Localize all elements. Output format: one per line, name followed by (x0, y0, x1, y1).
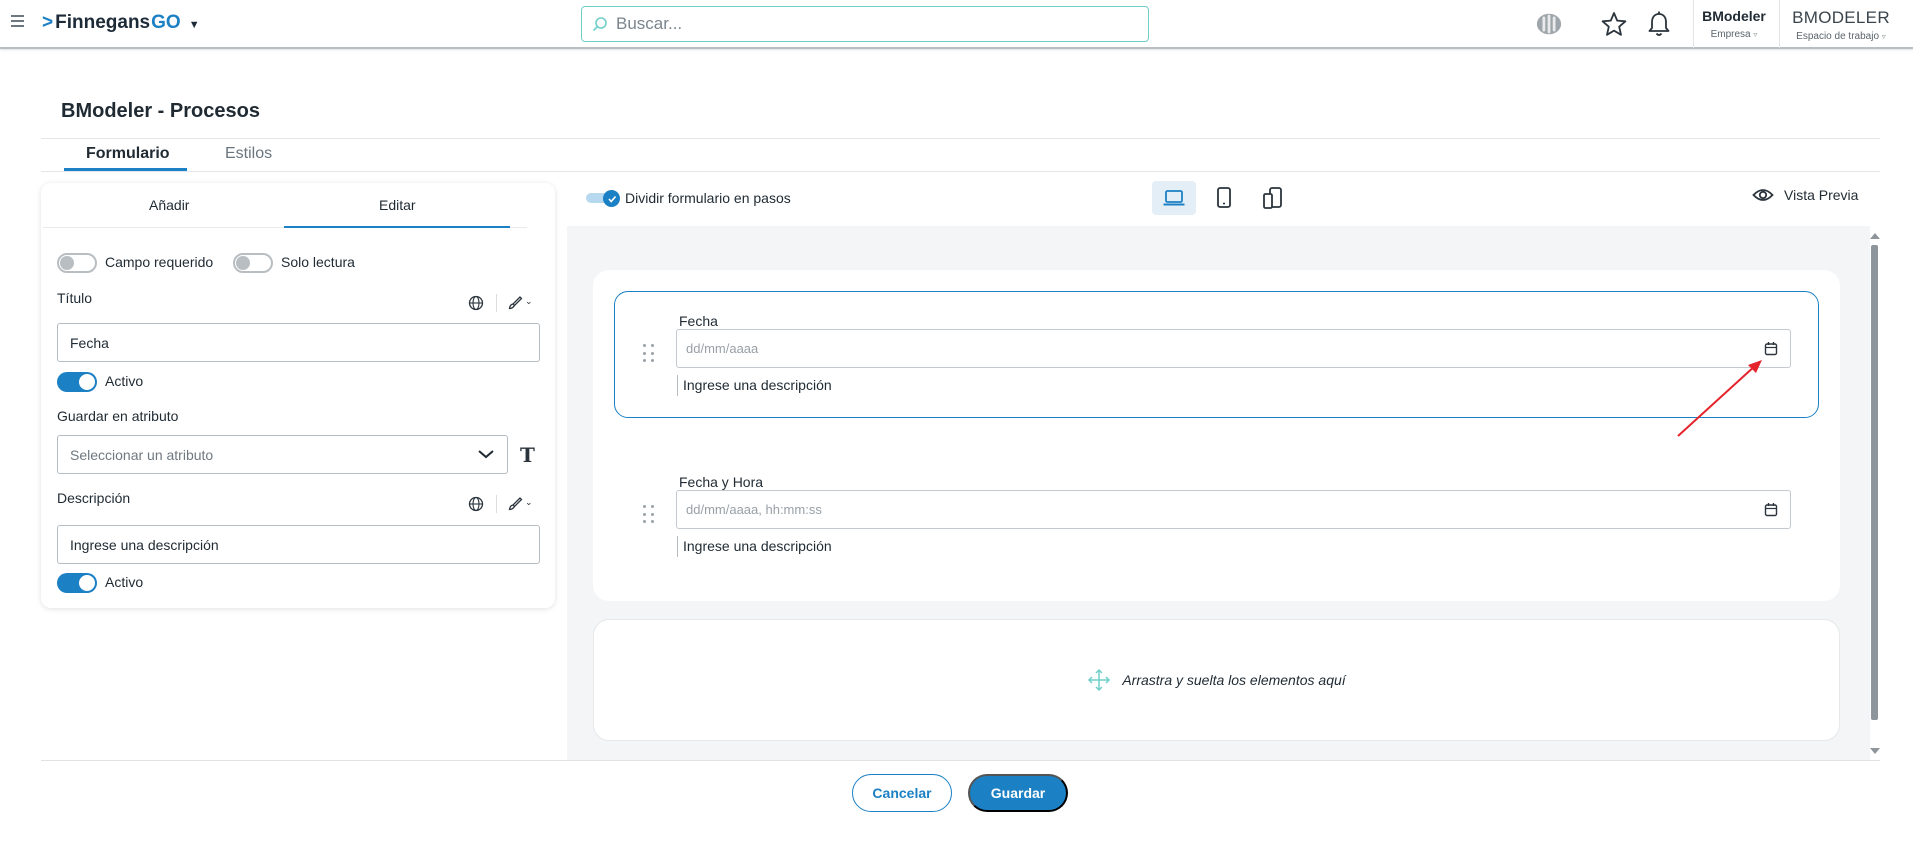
chevron-down-icon[interactable]: ⌄ (525, 497, 533, 508)
field-label-fecha-y-hora: Fecha y Hora (679, 474, 764, 490)
attribute-select[interactable]: Seleccionar un atributo (57, 435, 508, 474)
split-steps-toggle[interactable] (586, 190, 620, 207)
globe-icon[interactable] (468, 295, 484, 311)
star-icon[interactable] (1600, 10, 1628, 38)
bell-icon[interactable] (1645, 10, 1673, 38)
datetime-input[interactable]: dd/mm/aaaa, hh:mm:ss (676, 490, 1791, 529)
title-label: Título (57, 290, 93, 306)
divider (41, 171, 1880, 172)
divider (496, 495, 497, 513)
readonly-label: Solo lectura (281, 254, 355, 270)
cancel-button[interactable]: Cancelar (852, 774, 952, 812)
text-icon[interactable]: T (520, 443, 535, 467)
save-button[interactable]: Guardar (968, 774, 1068, 812)
chevron-down-icon: ▿ (1753, 30, 1758, 39)
company-label: Empresa (1710, 29, 1751, 40)
preview-button[interactable]: Vista Previa (1752, 187, 1858, 203)
readonly-toggle[interactable] (233, 253, 273, 273)
tab-formulario[interactable]: Formulario (86, 145, 170, 163)
active-panel-tab-indicator (284, 226, 510, 228)
laptop-view-button[interactable] (1152, 181, 1196, 215)
drag-handle-icon[interactable] (643, 505, 655, 525)
panel-tab-anadir[interactable]: Añadir (149, 197, 189, 213)
mobile-icon (1263, 187, 1282, 209)
divider (496, 294, 497, 312)
attribute-select-value: Seleccionar un atributo (70, 446, 214, 463)
field-description[interactable]: Ingrese una descripción (677, 536, 832, 557)
panel-tab-editar[interactable]: Editar (379, 197, 416, 213)
preview-label: Vista Previa (1784, 187, 1859, 203)
brand-chevron-icon: > (42, 12, 54, 33)
canvas-scrollbar[interactable] (1870, 233, 1880, 754)
title-active-toggle[interactable] (57, 372, 97, 392)
description-active-label: Activo (105, 574, 144, 590)
workspace-label: Espacio de trabajo (1796, 31, 1880, 42)
divider (41, 760, 1880, 761)
divider (1779, 0, 1780, 48)
title-input[interactable]: Fecha (57, 323, 540, 362)
eye-icon (1752, 189, 1774, 201)
top-bar: > Finnegans GO ▼ BModeler Empresa ▿ BMOD… (0, 0, 1913, 49)
datetime-input-placeholder: dd/mm/aaaa, hh:mm:ss (686, 502, 822, 517)
tablet-icon (1217, 187, 1231, 208)
assistant-icon[interactable] (1535, 10, 1563, 38)
workspace-name: BMODELER (1792, 8, 1890, 27)
tab-estilos[interactable]: Estilos (225, 145, 272, 163)
check-icon (607, 195, 616, 203)
title-active-label: Activo (105, 373, 144, 389)
page-title: BModeler - Procesos (61, 100, 260, 122)
chevron-down-icon: ▿ (1881, 32, 1886, 41)
brand-logo[interactable]: > Finnegans GO ▼ (42, 12, 200, 34)
field-description[interactable]: Ingrese una descripción (677, 375, 832, 396)
date-input-placeholder: dd/mm/aaaa (686, 341, 759, 356)
search-icon (592, 17, 607, 32)
laptop-icon (1163, 190, 1185, 206)
divider (41, 138, 1880, 139)
company-name: BModeler (1702, 8, 1766, 24)
description-label: Descripción (57, 490, 131, 506)
chevron-down-icon[interactable]: ⌄ (525, 296, 533, 307)
search-input[interactable] (616, 14, 1116, 34)
tablet-view-button[interactable] (1202, 181, 1246, 215)
company-selector[interactable]: BModeler Empresa ▿ (1700, 8, 1768, 40)
move-icon (1088, 668, 1111, 692)
field-label-fecha: Fecha (679, 313, 718, 329)
date-input[interactable]: dd/mm/aaaa (676, 329, 1791, 368)
drag-handle-icon[interactable] (643, 344, 655, 364)
brush-icon[interactable] (507, 295, 523, 311)
annotation-arrow-icon (1677, 360, 1762, 437)
globe-icon[interactable] (468, 496, 484, 512)
search-box[interactable] (581, 6, 1149, 42)
required-label: Campo requerido (105, 254, 214, 270)
hamburger-icon[interactable] (11, 15, 25, 29)
properties-panel: Añadir Editar Campo requerido Solo lectu… (41, 183, 555, 608)
drop-zone-text: Arrastra y suelta los elementos aquí (1122, 672, 1346, 688)
chevron-down-icon (478, 450, 494, 459)
divider (1693, 0, 1694, 48)
caret-down-icon[interactable]: ▼ (189, 19, 200, 31)
scroll-up-icon[interactable] (1870, 233, 1880, 239)
brand-main: Finnegans (55, 12, 151, 33)
required-toggle[interactable] (57, 253, 97, 273)
brand-go: GO (151, 12, 181, 33)
brush-icon[interactable] (507, 496, 523, 512)
mobile-view-button[interactable] (1251, 181, 1295, 215)
workspace-selector[interactable]: BMODELER Espacio de trabajo ▿ (1786, 8, 1896, 42)
description-active-toggle[interactable] (57, 573, 97, 593)
scroll-down-icon[interactable] (1870, 748, 1880, 754)
save-attribute-label: Guardar en atributo (57, 408, 179, 424)
description-input[interactable]: Ingrese una descripción (57, 525, 540, 564)
drop-zone[interactable]: Arrastra y suelta los elementos aquí (593, 619, 1840, 741)
calendar-icon[interactable] (1764, 502, 1778, 517)
calendar-icon[interactable] (1764, 341, 1778, 356)
scrollbar-thumb[interactable] (1871, 245, 1878, 720)
split-steps-label: Dividir formulario en pasos (625, 190, 791, 206)
